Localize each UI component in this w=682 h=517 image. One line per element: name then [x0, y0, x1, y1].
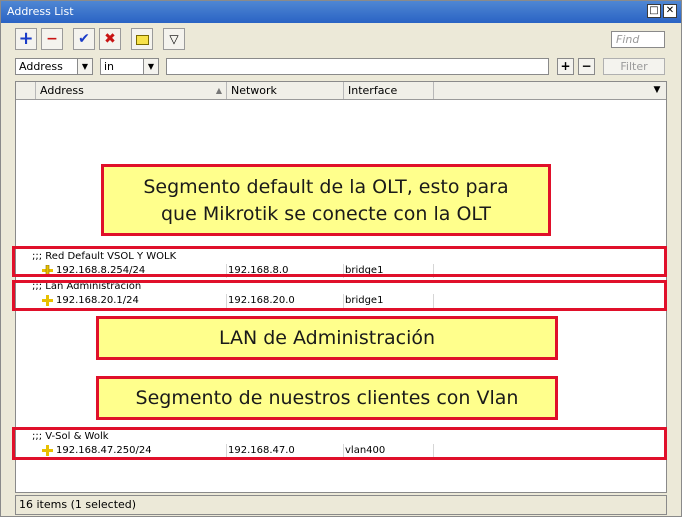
- annotation-text: Segmento de nuestros clientes con Vlan: [135, 387, 519, 409]
- column-header-network-label: Network: [231, 84, 277, 97]
- find-input[interactable]: Find: [611, 31, 665, 48]
- filter-operator-select[interactable]: in ▼: [100, 58, 159, 75]
- column-header-network[interactable]: Network: [227, 82, 344, 99]
- column-header-interface-label: Interface: [348, 84, 398, 97]
- annotation-text: Segmento default de la OLT, esto para: [143, 176, 509, 198]
- add-button[interactable]: +: [15, 28, 37, 50]
- highlight-box: [12, 246, 667, 277]
- funnel-icon: ▽: [169, 32, 179, 46]
- toolbar: + − ✔ ✖ ▽ Find: [1, 25, 681, 53]
- x-icon: ✖: [104, 31, 116, 47]
- annotation-text: que Mikrotik se conecte con la OLT: [161, 203, 491, 225]
- filter-bar: Address ▼ in ▼ + − Filter: [1, 55, 681, 79]
- filter-remove-button[interactable]: −: [578, 58, 595, 75]
- minus-icon: −: [46, 31, 58, 47]
- filter-field-value: Address: [19, 60, 63, 73]
- header-spacer: [16, 82, 36, 99]
- dropdown-arrow-icon: ▼: [143, 59, 158, 74]
- highlight-box: [12, 427, 667, 460]
- status-bar: 16 items (1 selected): [15, 495, 667, 515]
- table-header: Address ▲ Network Interface ▼: [16, 82, 666, 100]
- close-icon: ✕: [665, 5, 675, 16]
- remove-button[interactable]: −: [41, 28, 63, 50]
- enable-button[interactable]: ✔: [73, 28, 95, 50]
- filter-operator-value: in: [104, 60, 115, 73]
- title-bar[interactable]: Address List □ ✕: [1, 1, 681, 23]
- filter-field-select[interactable]: Address ▼: [15, 58, 93, 75]
- annotation-note-olt: Segmento default de la OLT, esto para qu…: [101, 164, 551, 236]
- filter-button[interactable]: Filter: [603, 58, 665, 75]
- comment-icon: [135, 35, 149, 45]
- comment-button[interactable]: [131, 28, 153, 50]
- annotation-note-vlan: Segmento de nuestros clientes con Vlan: [96, 376, 558, 420]
- disable-button[interactable]: ✖: [99, 28, 121, 50]
- filter-value-input[interactable]: [166, 58, 549, 75]
- check-icon: ✔: [78, 31, 90, 47]
- column-header-address-label: Address: [40, 84, 84, 97]
- close-button[interactable]: ✕: [663, 4, 677, 18]
- chevron-down-icon: ▼: [653, 85, 661, 95]
- window-title: Address List: [7, 5, 74, 18]
- maximize-icon: □: [649, 5, 659, 16]
- highlight-box: [12, 280, 667, 311]
- maximize-button[interactable]: □: [647, 4, 661, 18]
- column-header-interface[interactable]: Interface: [344, 82, 434, 99]
- filter-toggle-button[interactable]: ▽: [163, 28, 185, 50]
- filter-add-button[interactable]: +: [557, 58, 574, 75]
- plus-icon: +: [18, 28, 34, 49]
- minus-icon: −: [581, 59, 592, 73]
- annotation-text: LAN de Administración: [218, 327, 436, 349]
- dropdown-arrow-icon: ▼: [77, 59, 92, 74]
- column-header-address[interactable]: Address ▲: [36, 82, 227, 99]
- annotation-note-lan: LAN de Administración: [96, 316, 558, 360]
- column-menu-button[interactable]: ▼: [650, 82, 664, 99]
- sort-ascending-icon: ▲: [215, 86, 222, 95]
- plus-icon: +: [560, 59, 571, 73]
